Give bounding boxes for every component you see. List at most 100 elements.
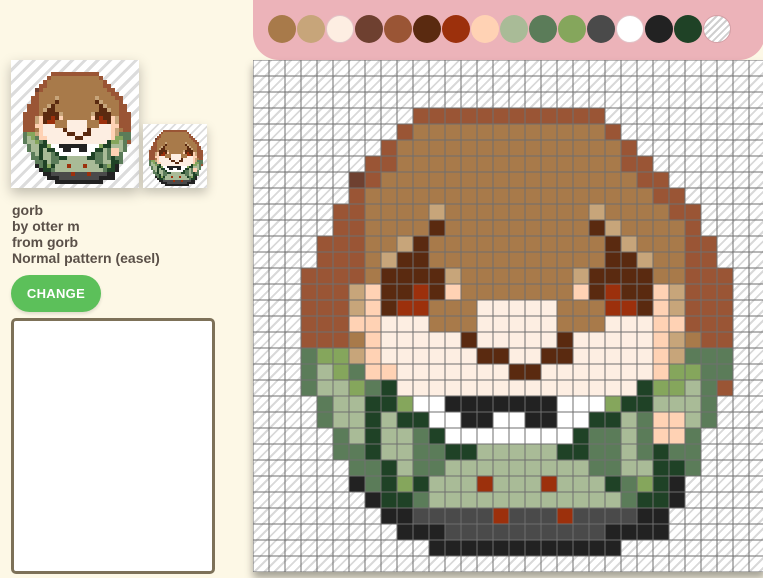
pixel-cell[interactable] bbox=[557, 268, 573, 284]
pixel-cell[interactable] bbox=[637, 524, 653, 540]
pixel-cell[interactable] bbox=[541, 140, 557, 156]
pixel-cell[interactable] bbox=[669, 316, 685, 332]
pixel-cell[interactable] bbox=[541, 444, 557, 460]
pixel-cell[interactable] bbox=[429, 284, 445, 300]
pixel-cell[interactable] bbox=[365, 220, 381, 236]
pixel-cell[interactable] bbox=[653, 396, 669, 412]
pixel-cell[interactable] bbox=[493, 460, 509, 476]
pixel-cell[interactable] bbox=[701, 332, 717, 348]
pixel-cell[interactable] bbox=[509, 540, 525, 556]
pixel-cell[interactable] bbox=[589, 428, 605, 444]
pixel-cell[interactable] bbox=[589, 252, 605, 268]
pixel-cell[interactable] bbox=[477, 428, 493, 444]
pixel-cell[interactable] bbox=[525, 284, 541, 300]
pixel-cell[interactable] bbox=[605, 188, 621, 204]
pixel-cell[interactable] bbox=[365, 268, 381, 284]
pixel-cell[interactable] bbox=[493, 396, 509, 412]
pixel-cell[interactable] bbox=[605, 268, 621, 284]
pixel-cell[interactable] bbox=[589, 236, 605, 252]
pixel-cell[interactable] bbox=[381, 300, 397, 316]
pixel-cell[interactable] bbox=[525, 428, 541, 444]
pixel-cell[interactable] bbox=[317, 348, 333, 364]
pixel-cell[interactable] bbox=[493, 540, 509, 556]
pixel-cell[interactable] bbox=[349, 444, 365, 460]
pixel-cell[interactable] bbox=[477, 508, 493, 524]
pixel-cell[interactable] bbox=[621, 188, 637, 204]
pixel-cell[interactable] bbox=[365, 172, 381, 188]
pixel-cell[interactable] bbox=[573, 348, 589, 364]
pixel-cell[interactable] bbox=[573, 428, 589, 444]
pixel-cell[interactable] bbox=[637, 252, 653, 268]
pixel-cell[interactable] bbox=[701, 364, 717, 380]
pixel-cell[interactable] bbox=[429, 508, 445, 524]
pixel-cell[interactable] bbox=[317, 284, 333, 300]
pixel-cell[interactable] bbox=[717, 348, 733, 364]
pixel-cell[interactable] bbox=[589, 444, 605, 460]
pixel-cell[interactable] bbox=[349, 236, 365, 252]
pixel-cell[interactable] bbox=[653, 284, 669, 300]
pixel-cell[interactable] bbox=[701, 316, 717, 332]
palette-swatch-14[interactable] bbox=[645, 15, 673, 43]
pixel-cell[interactable] bbox=[349, 300, 365, 316]
pixel-cell[interactable] bbox=[589, 492, 605, 508]
pixel-cell[interactable] bbox=[509, 444, 525, 460]
palette-swatch-11[interactable] bbox=[558, 15, 586, 43]
pixel-cell[interactable] bbox=[589, 332, 605, 348]
pixel-cell[interactable] bbox=[653, 316, 669, 332]
pixel-cell[interactable] bbox=[429, 524, 445, 540]
pixel-cell[interactable] bbox=[397, 140, 413, 156]
pixel-cell[interactable] bbox=[589, 284, 605, 300]
pixel-cell[interactable] bbox=[573, 380, 589, 396]
pixel-cell[interactable] bbox=[381, 220, 397, 236]
pixel-cell[interactable] bbox=[445, 252, 461, 268]
pixel-cell[interactable] bbox=[413, 348, 429, 364]
pixel-cell[interactable] bbox=[493, 492, 509, 508]
pixel-cell[interactable] bbox=[525, 220, 541, 236]
pixel-cell[interactable] bbox=[461, 412, 477, 428]
pixel-cell[interactable] bbox=[653, 428, 669, 444]
palette-swatch-10[interactable] bbox=[529, 15, 557, 43]
pixel-cell[interactable] bbox=[493, 268, 509, 284]
pixel-cell[interactable] bbox=[493, 156, 509, 172]
pixel-cell[interactable] bbox=[589, 460, 605, 476]
pixel-cell[interactable] bbox=[413, 300, 429, 316]
pixel-cell[interactable] bbox=[637, 172, 653, 188]
pixel-cell[interactable] bbox=[653, 444, 669, 460]
notes-textarea[interactable] bbox=[11, 318, 215, 574]
pixel-cell[interactable] bbox=[381, 508, 397, 524]
pixel-cell[interactable] bbox=[573, 252, 589, 268]
pixel-cell[interactable] bbox=[397, 252, 413, 268]
pixel-cell[interactable] bbox=[557, 252, 573, 268]
pixel-cell[interactable] bbox=[605, 156, 621, 172]
palette-swatch-7[interactable] bbox=[442, 15, 470, 43]
pixel-cell[interactable] bbox=[509, 476, 525, 492]
pixel-cell[interactable] bbox=[509, 364, 525, 380]
pixel-cell[interactable] bbox=[477, 188, 493, 204]
pixel-cell[interactable] bbox=[413, 140, 429, 156]
pixel-cell[interactable] bbox=[621, 300, 637, 316]
pixel-cell[interactable] bbox=[477, 316, 493, 332]
pixel-cell[interactable] bbox=[477, 124, 493, 140]
pixel-cell[interactable] bbox=[445, 332, 461, 348]
pixel-cell[interactable] bbox=[461, 364, 477, 380]
pixel-cell[interactable] bbox=[397, 188, 413, 204]
palette-swatch-15[interactable] bbox=[674, 15, 702, 43]
pixel-cell[interactable] bbox=[573, 476, 589, 492]
pixel-cell[interactable] bbox=[333, 204, 349, 220]
pixel-cell[interactable] bbox=[461, 220, 477, 236]
pixel-cell[interactable] bbox=[541, 156, 557, 172]
pixel-cell[interactable] bbox=[509, 380, 525, 396]
pixel-cell[interactable] bbox=[365, 492, 381, 508]
pixel-cell[interactable] bbox=[477, 540, 493, 556]
pixel-cell[interactable] bbox=[493, 188, 509, 204]
pixel-cell[interactable] bbox=[509, 172, 525, 188]
pixel-cell[interactable] bbox=[573, 284, 589, 300]
pixel-editor-grid[interactable] bbox=[253, 60, 763, 572]
pixel-cell[interactable] bbox=[525, 156, 541, 172]
pixel-cell[interactable] bbox=[653, 236, 669, 252]
pixel-cell[interactable] bbox=[397, 476, 413, 492]
pixel-cell[interactable] bbox=[493, 380, 509, 396]
pixel-cell[interactable] bbox=[365, 364, 381, 380]
pixel-cell[interactable] bbox=[429, 364, 445, 380]
pixel-cell[interactable] bbox=[717, 284, 733, 300]
